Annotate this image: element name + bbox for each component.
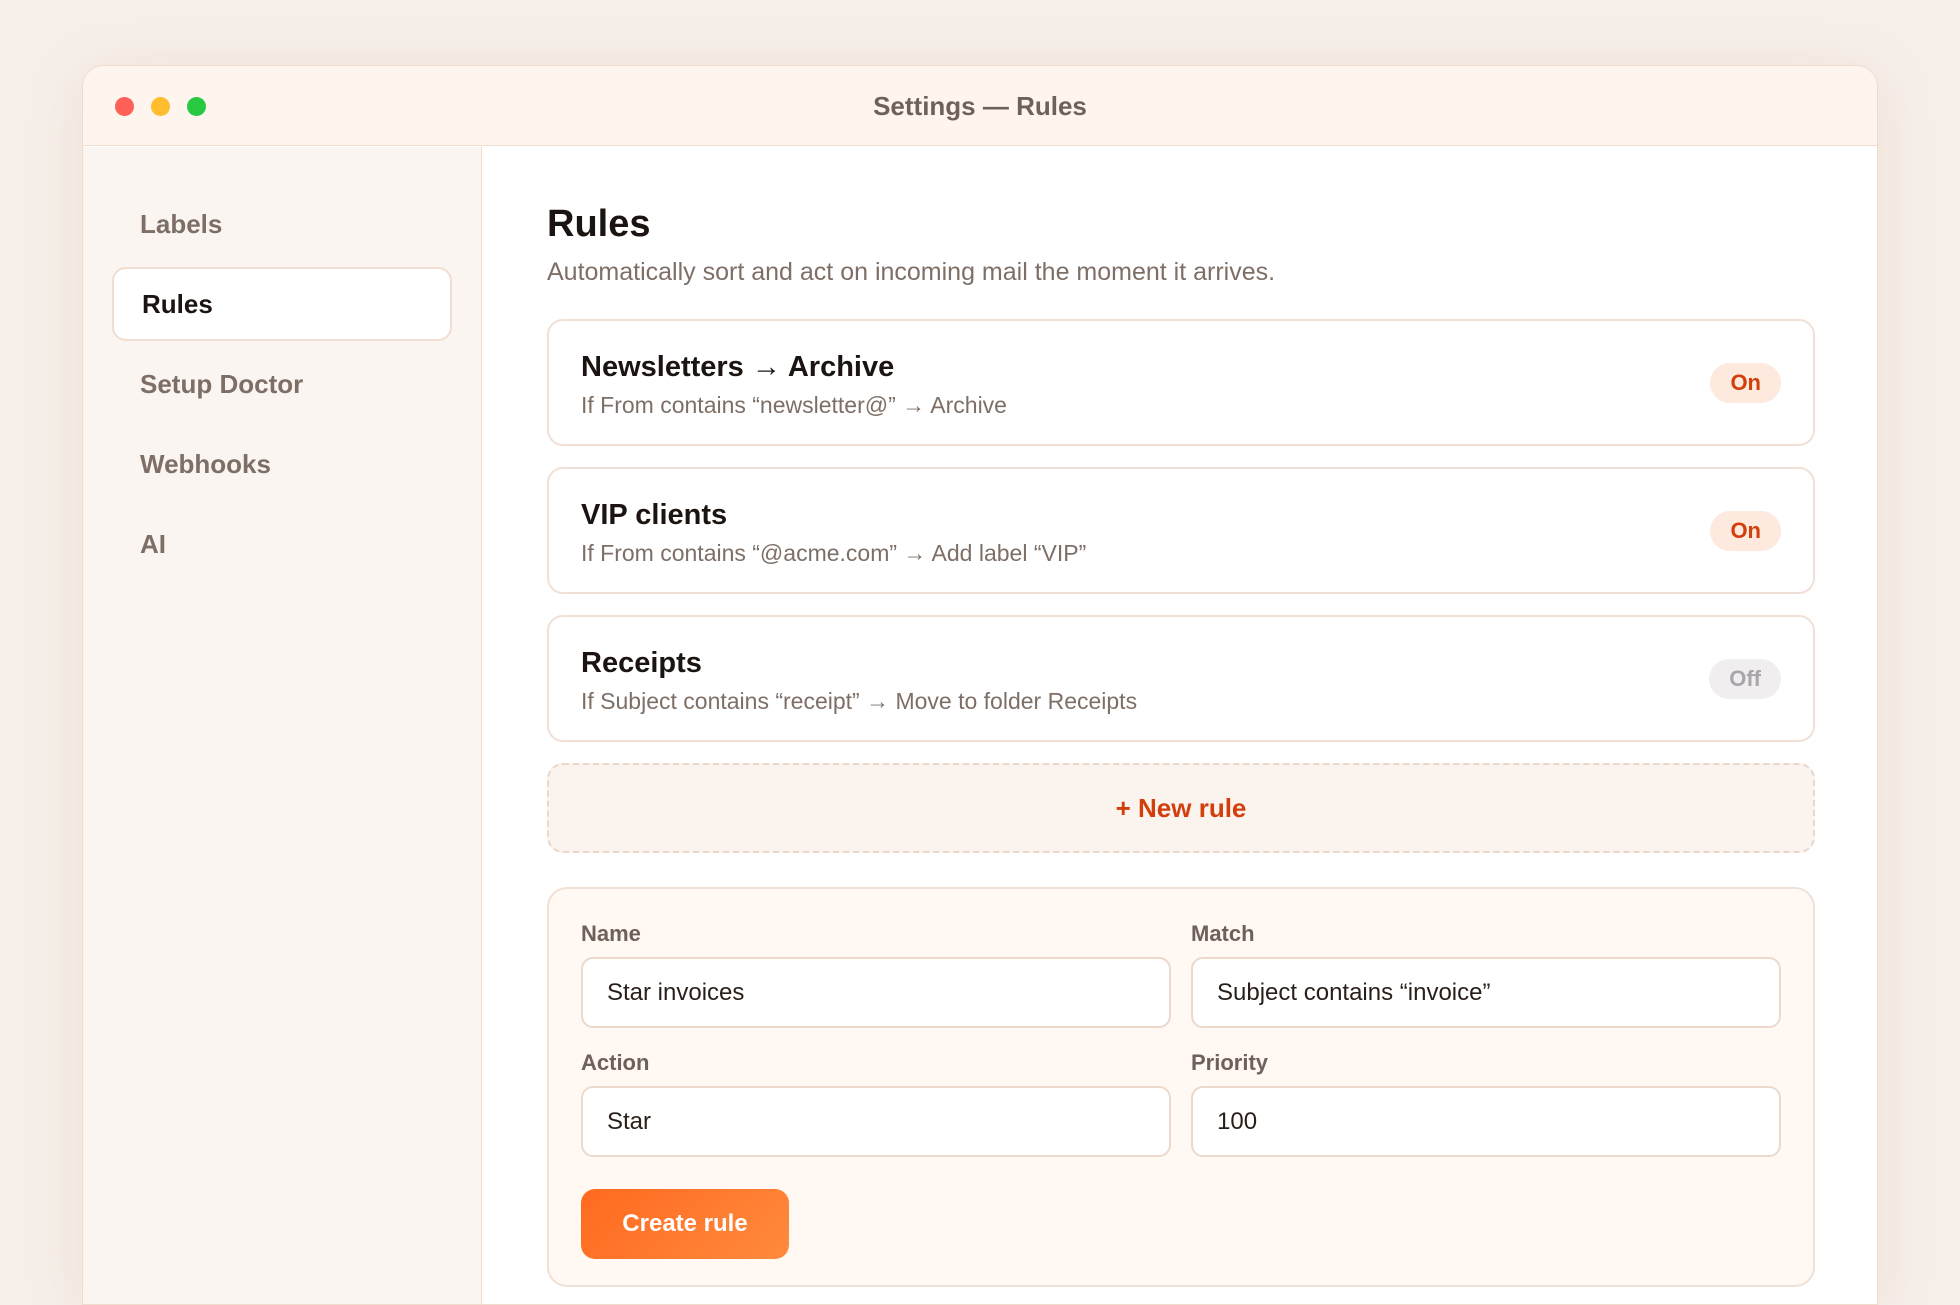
title-bar: Settings — Rules [83, 66, 1877, 146]
rule-title: Newsletters → Archive [581, 351, 895, 383]
rule-status-toggle[interactable]: On [1710, 511, 1781, 551]
sidebar-item-rules[interactable]: Rules [112, 267, 452, 341]
settings-window: Settings — Rules Labels Rules Setup Doct… [82, 65, 1878, 1305]
match-input[interactable] [1191, 957, 1781, 1028]
rule-description: If From contains “@acme.com” → Add label… [581, 540, 1087, 566]
sidebar-item-labels[interactable]: Labels [112, 187, 452, 261]
name-label: Name [581, 921, 641, 946]
create-rule-button[interactable]: Create rule [581, 1189, 789, 1259]
priority-label: Priority [1191, 1050, 1269, 1075]
new-rule-button[interactable]: + New rule [547, 763, 1815, 853]
rule-status-toggle[interactable]: Off [1709, 659, 1781, 699]
rules-panel: Rules Automatically sort and act on inco… [483, 147, 1877, 1304]
rule-card-vip-clients[interactable]: VIP clients If From contains “@acme.com”… [547, 467, 1815, 594]
sidebar-item-setup-doctor[interactable]: Setup Doctor [112, 347, 452, 421]
match-field-group: Match [1191, 921, 1781, 1028]
rule-status-toggle[interactable]: On [1710, 363, 1781, 403]
sidebar-item-webhooks[interactable]: Webhooks [112, 427, 452, 501]
action-field-group: Action [581, 1050, 1171, 1157]
sidebar-item-ai[interactable]: AI [112, 507, 452, 581]
page-title: Rules [547, 203, 651, 245]
action-input[interactable] [581, 1086, 1171, 1157]
rule-description: If From contains “newsletter@” → Archive [581, 392, 1007, 418]
match-label: Match [1191, 921, 1255, 946]
rule-card-receipts[interactable]: Receipts If Subject contains “receipt” →… [547, 615, 1815, 742]
name-input[interactable] [581, 957, 1171, 1028]
rule-title: Receipts [581, 647, 702, 679]
window-title: Settings — Rules [873, 91, 1087, 121]
priority-field-group: Priority [1191, 1050, 1781, 1157]
name-field-group: Name [581, 921, 1171, 1028]
rule-description: If Subject contains “receipt” → Move to … [581, 688, 1138, 714]
rule-title: VIP clients [581, 499, 728, 531]
page-subtitle: Automatically sort and act on incoming m… [547, 258, 1276, 286]
sidebar: Labels Rules Setup Doctor Webhooks AI [83, 147, 482, 1304]
action-label: Action [581, 1050, 650, 1075]
priority-input[interactable] [1191, 1086, 1781, 1157]
rule-card-newsletters[interactable]: Newsletters → Archive If From contains “… [547, 319, 1815, 446]
new-rule-form: Name Match Action Priority Create rule [547, 887, 1815, 1287]
